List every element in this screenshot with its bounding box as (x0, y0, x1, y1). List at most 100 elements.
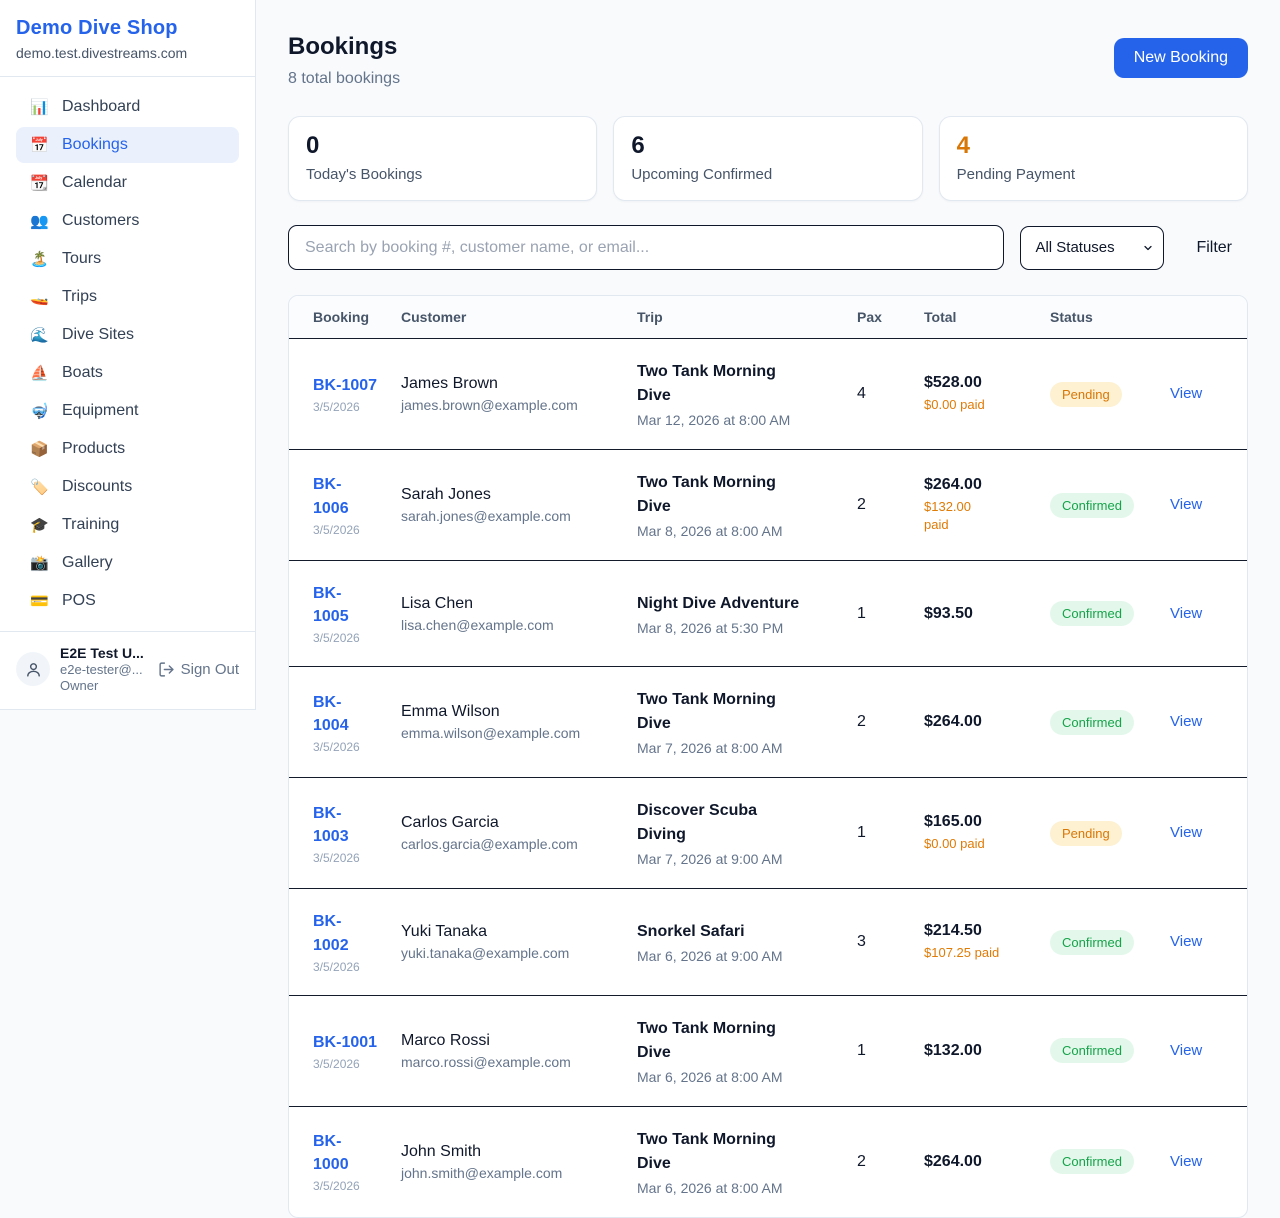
trip-name: Two Tank Morning Dive (637, 688, 805, 736)
nav-item-icon: 🌊 (30, 326, 49, 344)
customer-email: james.brown@example.com (401, 397, 627, 413)
trip-datetime: Mar 8, 2026 at 5:30 PM (637, 620, 847, 636)
sidebar-item-trips[interactable]: 🚤 Trips (16, 279, 239, 315)
sidebar-item-gallery[interactable]: 📸 Gallery (16, 545, 239, 581)
avatar (16, 652, 50, 686)
sidebar-item-equipment[interactable]: 🤿 Equipment (16, 393, 239, 429)
total-amount: $264.00 (924, 476, 1040, 494)
status-badge: Confirmed (1050, 710, 1134, 735)
booking-date: 3/5/2026 (313, 1057, 391, 1071)
nav-item-icon: ⛵ (30, 364, 49, 382)
sidebar-item-boats[interactable]: ⛵ Boats (16, 355, 239, 391)
customer-name: Yuki Tanaka (401, 923, 627, 941)
table-row: BK-1001 3/5/2026 Marco Rossi marco.rossi… (289, 995, 1248, 1106)
filter-button[interactable]: Filter (1180, 231, 1248, 265)
stat-value: 6 (631, 132, 904, 160)
nav-item-icon: 📦 (30, 440, 49, 458)
sidebar: Demo Dive Shop demo.test.divestreams.com… (0, 0, 256, 710)
table-header-row: BookingCustomerTripPaxTotalStatus (289, 296, 1248, 339)
paid-amount: $107.25 paid (924, 944, 1040, 962)
sidebar-item-bookings[interactable]: 📅 Bookings (16, 127, 239, 163)
table-row: BK-1006 3/5/2026 Sarah Jones sarah.jones… (289, 450, 1248, 561)
bookings-table-card: BookingCustomerTripPaxTotalStatus BK-100… (288, 295, 1248, 1218)
trip-name: Two Tank Morning Dive (637, 1128, 805, 1176)
brand-domain: demo.test.divestreams.com (16, 45, 239, 61)
view-link[interactable]: View (1170, 824, 1202, 841)
view-link[interactable]: View (1170, 933, 1202, 950)
view-link[interactable]: View (1170, 1153, 1202, 1170)
customer-name: Carlos Garcia (401, 814, 627, 832)
nav-item-label: Dive Sites (62, 326, 134, 344)
booking-id-link[interactable]: BK-1003 (313, 802, 357, 848)
nav-item-icon: 🎓 (30, 516, 49, 534)
column-header-pax: Pax (857, 296, 924, 339)
pax-count: 1 (857, 605, 866, 622)
pax-count: 1 (857, 824, 866, 841)
nav-item-label: POS (62, 592, 96, 610)
booking-id-link[interactable]: BK-1004 (313, 691, 357, 737)
status-badge: Pending (1050, 382, 1122, 407)
sidebar-item-training[interactable]: 🎓 Training (16, 507, 239, 543)
view-link[interactable]: View (1170, 713, 1202, 730)
sign-out-label: Sign Out (181, 661, 239, 678)
booking-id-link[interactable]: BK-1001 (313, 1034, 377, 1051)
search-input[interactable] (288, 225, 1004, 270)
sidebar-item-customers[interactable]: 👥 Customers (16, 203, 239, 239)
customer-email: sarah.jones@example.com (401, 508, 627, 524)
new-booking-button[interactable]: New Booking (1114, 38, 1248, 78)
nav-item-icon: 🏝️ (30, 250, 49, 268)
main-content: Bookings 8 total bookings New Booking 0 … (256, 0, 1280, 1218)
booking-id-link[interactable]: BK-1007 (313, 377, 377, 394)
trip-datetime: Mar 6, 2026 at 8:00 AM (637, 1069, 847, 1085)
sidebar-item-calendar[interactable]: 📆 Calendar (16, 165, 239, 201)
view-link[interactable]: View (1170, 496, 1202, 513)
status-badge: Confirmed (1050, 493, 1134, 518)
table-row: BK-1004 3/5/2026 Emma Wilson emma.wilson… (289, 667, 1248, 778)
status-filter-select[interactable]: All Statuses (1020, 226, 1164, 270)
status-badge: Pending (1050, 821, 1122, 846)
brand-block: Demo Dive Shop demo.test.divestreams.com (0, 0, 255, 77)
nav-item-icon: 🚤 (30, 288, 49, 306)
paid-amount: $0.00 paid (924, 835, 1040, 853)
nav-item-label: Tours (62, 250, 101, 268)
view-link[interactable]: View (1170, 385, 1202, 402)
column-header-trip: Trip (637, 296, 857, 339)
sidebar-item-products[interactable]: 📦 Products (16, 431, 239, 467)
sign-out-button[interactable]: Sign Out (158, 661, 239, 678)
booking-date: 3/5/2026 (313, 400, 391, 414)
customer-name: Lisa Chen (401, 595, 627, 613)
nav-item-label: Training (62, 516, 119, 534)
booking-date: 3/5/2026 (313, 851, 391, 865)
pax-count: 4 (857, 385, 866, 402)
column-header-actions (1170, 296, 1248, 339)
sidebar-item-dive-sites[interactable]: 🌊 Dive Sites (16, 317, 239, 353)
nav-item-label: Equipment (62, 402, 139, 420)
total-amount: $528.00 (924, 374, 1040, 392)
booking-id-link[interactable]: BK-1006 (313, 473, 357, 519)
booking-id-link[interactable]: BK-1005 (313, 582, 357, 628)
user-email: e2e-tester@... (60, 662, 148, 677)
table-row: BK-1002 3/5/2026 Yuki Tanaka yuki.tanaka… (289, 889, 1248, 995)
trip-datetime: Mar 7, 2026 at 9:00 AM (637, 851, 847, 867)
nav-item-label: Customers (62, 212, 139, 230)
view-link[interactable]: View (1170, 605, 1202, 622)
booking-id-link[interactable]: BK-1000 (313, 1130, 357, 1176)
sidebar-item-tours[interactable]: 🏝️ Tours (16, 241, 239, 277)
stat-value: 4 (957, 132, 1230, 160)
nav-item-icon: 📆 (30, 174, 49, 192)
controls-row: All Statuses Filter (288, 225, 1248, 270)
trip-name: Two Tank Morning Dive (637, 471, 805, 519)
stat-card-upcoming-confirmed: 6 Upcoming Confirmed (613, 116, 922, 201)
sidebar-item-pos[interactable]: 💳 POS (16, 583, 239, 619)
view-link[interactable]: View (1170, 1042, 1202, 1059)
booking-date: 3/5/2026 (313, 1179, 391, 1193)
nav-item-label: Dashboard (62, 98, 140, 116)
nav-item-icon: 📊 (30, 98, 49, 116)
stat-card-pending-payment: 4 Pending Payment (939, 116, 1248, 201)
stat-label: Pending Payment (957, 166, 1230, 183)
booking-id-link[interactable]: BK-1002 (313, 910, 357, 956)
nav-item-label: Products (62, 440, 125, 458)
sidebar-item-dashboard[interactable]: 📊 Dashboard (16, 89, 239, 125)
sidebar-item-discounts[interactable]: 🏷️ Discounts (16, 469, 239, 505)
pax-count: 1 (857, 1042, 866, 1059)
